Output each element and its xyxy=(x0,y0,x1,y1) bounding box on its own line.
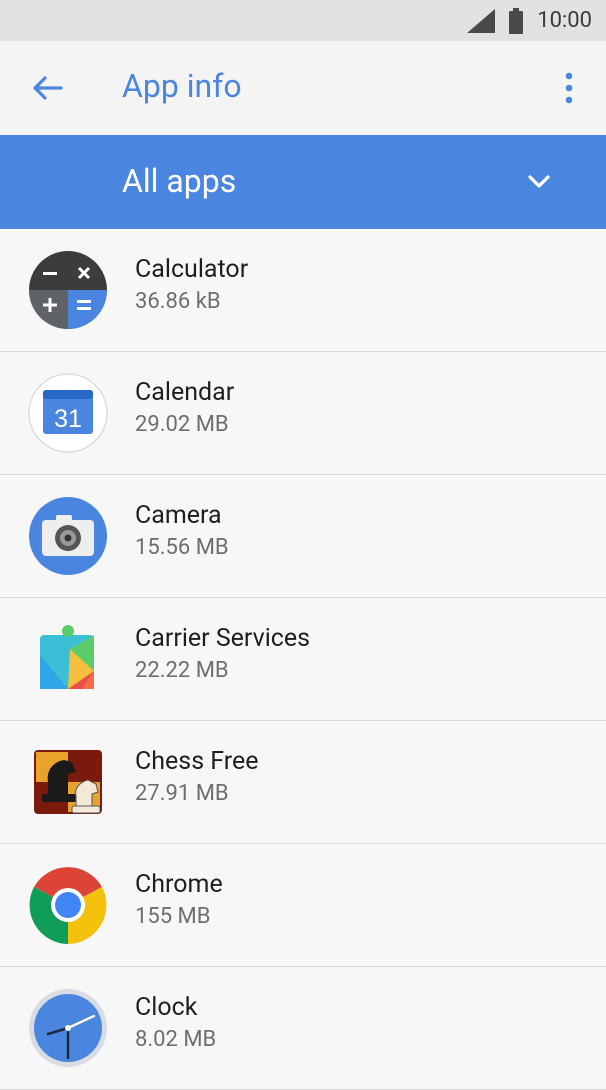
filter-label: All apps xyxy=(122,162,237,200)
app-name: Carrier Services xyxy=(135,624,311,653)
camera-icon xyxy=(29,497,107,575)
back-arrow-icon[interactable] xyxy=(30,71,64,105)
app-size: 29.02 MB xyxy=(135,412,229,437)
status-time: 10:00 xyxy=(537,8,592,33)
app-bar: App info xyxy=(0,41,606,136)
calendar-icon: 31 xyxy=(28,373,108,453)
app-name: Chess Free xyxy=(135,747,259,776)
page-title: App info xyxy=(122,67,242,105)
battery-icon xyxy=(509,7,524,34)
app-name: Calendar xyxy=(135,378,235,407)
app-row-clock[interactable]: Clock 8.02 MB xyxy=(0,967,606,1090)
app-row-carrier-services[interactable]: Carrier Services 22.22 MB xyxy=(0,598,606,721)
clock-icon xyxy=(29,989,107,1067)
app-row-calculator[interactable]: Calculator 36.86 kB xyxy=(0,229,606,352)
app-filter-dropdown[interactable]: All apps xyxy=(0,135,606,229)
app-size: 155 MB xyxy=(135,904,211,929)
chrome-icon xyxy=(29,867,107,944)
signal-icon xyxy=(467,8,496,33)
app-name: Clock xyxy=(135,993,198,1022)
app-list: Calculator 36.86 kB 31 Calendar 29.02 MB… xyxy=(0,229,606,1090)
app-name: Calculator xyxy=(135,255,249,284)
chess-icon xyxy=(34,750,102,814)
calculator-icon xyxy=(29,251,107,329)
status-bar: 10:00 xyxy=(0,0,606,41)
app-row-chess-free[interactable]: Chess Free 27.91 MB xyxy=(0,721,606,844)
app-name: Camera xyxy=(135,501,222,530)
app-row-calendar[interactable]: 31 Calendar 29.02 MB xyxy=(0,352,606,475)
app-size: 36.86 kB xyxy=(135,289,221,314)
carrier-services-icon xyxy=(40,625,94,689)
app-size: 15.56 MB xyxy=(135,535,229,560)
app-row-camera[interactable]: Camera 15.56 MB xyxy=(0,475,606,598)
app-row-chrome[interactable]: Chrome 155 MB xyxy=(0,844,606,967)
calendar-icon-date: 31 xyxy=(54,405,82,433)
app-size: 8.02 MB xyxy=(135,1027,217,1052)
app-size: 22.22 MB xyxy=(135,658,229,683)
chevron-down-icon xyxy=(528,175,550,188)
more-options-icon[interactable] xyxy=(560,71,578,105)
app-name: Chrome xyxy=(135,870,223,899)
app-size: 27.91 MB xyxy=(135,781,229,806)
